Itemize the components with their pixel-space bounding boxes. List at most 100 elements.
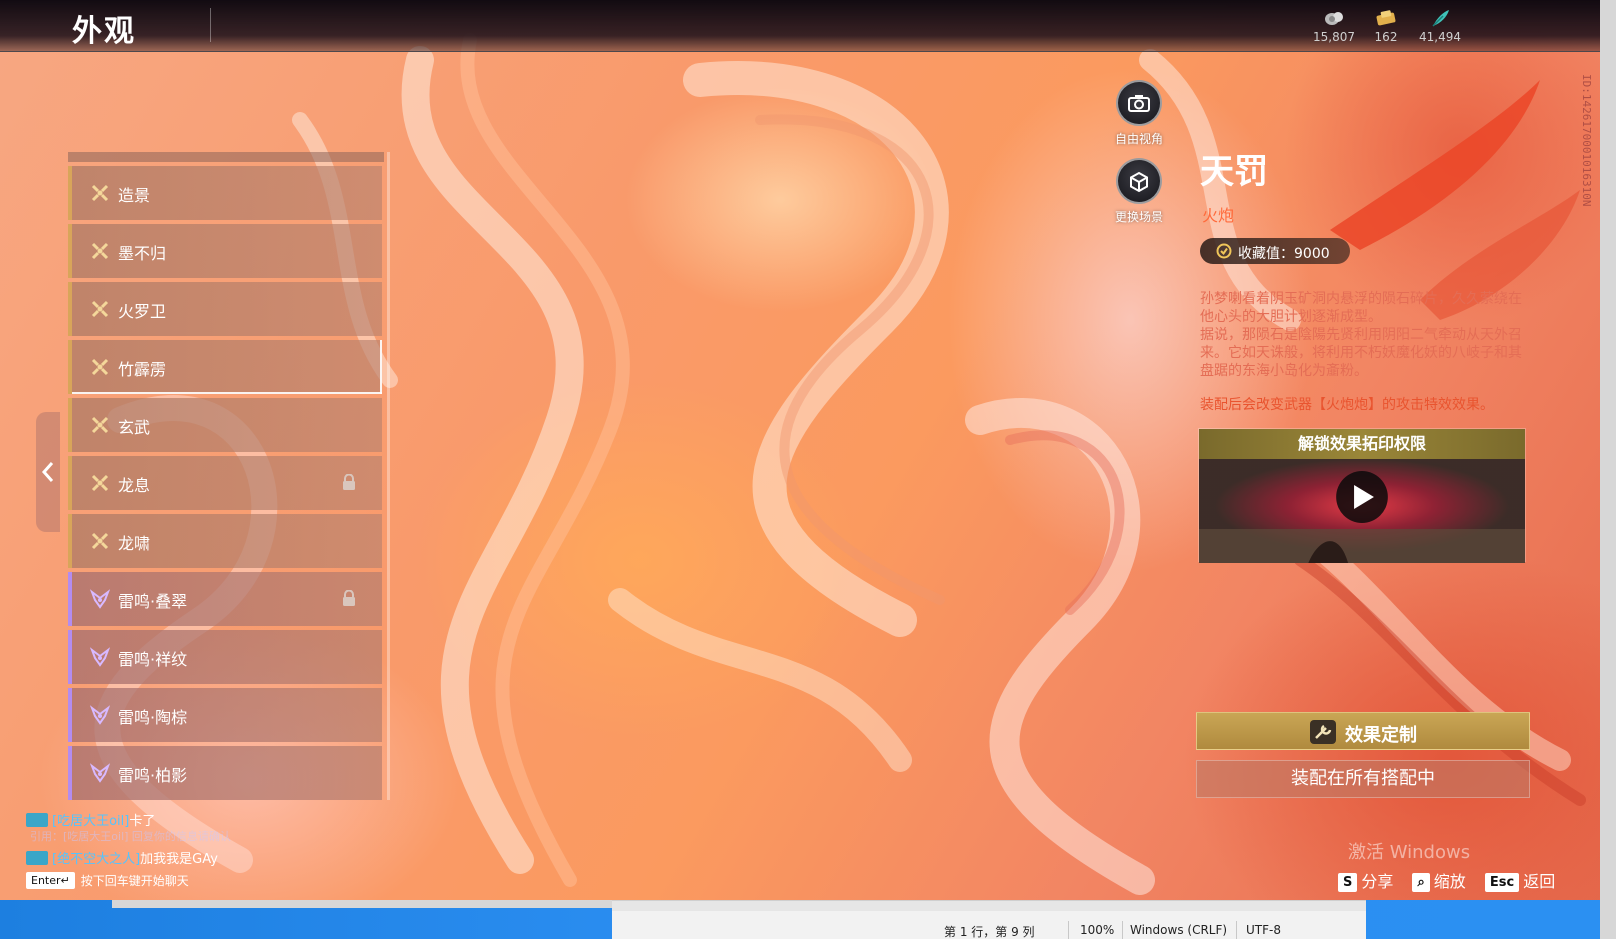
gold-cross-icon: [91, 358, 109, 376]
zoom-key: ⌕: [1412, 873, 1430, 892]
customize-effect-label: 效果定制: [1345, 725, 1417, 746]
skin-id: ID:1426170001016310N: [1580, 74, 1593, 207]
list-item[interactable]: 雷鸣·叠翠: [68, 572, 382, 626]
purple-wing-icon: [90, 763, 110, 783]
list-item-selected[interactable]: 竹霹雳: [68, 340, 382, 394]
list-item-label: 雷鸣·柏影: [118, 766, 188, 785]
wrench-icon: [1310, 720, 1336, 744]
currency-coins[interactable]: 15,807: [1304, 8, 1364, 44]
gold-ticket-icon: [1376, 10, 1396, 26]
currency-feathers-value: 41,494: [1419, 30, 1461, 44]
list-item[interactable]: 火罗卫: [68, 282, 382, 336]
share-label: 分享: [1361, 872, 1394, 891]
share-key: S: [1338, 873, 1358, 892]
free-view-label: 自由视角: [1114, 132, 1163, 146]
back-hint[interactable]: Esc 返回: [1484, 868, 1556, 892]
list-item-label: 造景: [118, 186, 151, 205]
zoom-hint[interactable]: ⌕ 缩放: [1412, 868, 1466, 892]
list-item[interactable]: 雷鸣·柏影: [68, 746, 382, 800]
list-item[interactable]: 造景: [68, 166, 382, 220]
chat-sender[interactable]: [绝不空大之人]: [52, 852, 140, 867]
gold-cross-icon: [91, 300, 109, 318]
chat-hint-text: 按下回车键开始聊天: [80, 874, 189, 888]
list-item-label: 雷鸣·陶棕: [118, 708, 188, 727]
title-divider: [210, 8, 211, 42]
list-item-label: 墨不归: [118, 244, 167, 263]
zoom-level: 100%: [1080, 923, 1115, 937]
chat-message: [绝不空大之人]加我我是GAy: [26, 848, 218, 867]
gold-cross-icon: [91, 416, 109, 434]
key-hint-bar: S 分享 ⌕ 缩放 Esc 返回: [1338, 868, 1569, 892]
back-label: 返回: [1523, 872, 1556, 891]
list-item[interactable]: 龙啸: [68, 514, 382, 568]
skin-name: 天罚: [1200, 152, 1268, 192]
change-scene-label: 更换场景: [1114, 210, 1163, 224]
skin-description: 孙梦喇看着阴玉矿洞内悬浮的陨石碎片，久久萦绕在他心头的大胆计划逐渐成型。 据说，…: [1200, 290, 1530, 414]
zoom-label: 缩放: [1433, 872, 1466, 891]
equip-all-button[interactable]: 装配在所有搭配中: [1196, 760, 1530, 798]
list-item-label: 玄武: [118, 418, 151, 437]
chat-text: 加我我是GAy: [140, 852, 218, 867]
esc-key: Esc: [1484, 873, 1520, 892]
gold-cross-icon: [91, 242, 109, 260]
editor-scrollbar[interactable]: [612, 901, 1366, 911]
camera-icon: [1128, 95, 1150, 112]
list-item[interactable]: 墨不归: [68, 224, 382, 278]
windows-activation-watermark: 激活 Windows: [1348, 842, 1471, 863]
preview-video-thumbnail[interactable]: [1199, 459, 1525, 563]
coin-bag-icon: [1325, 12, 1343, 25]
list-item[interactable]: 龙息: [68, 456, 382, 510]
chat-text: 卡了: [129, 814, 156, 829]
chat-sender[interactable]: [吃居大王oil]: [52, 814, 129, 829]
collect-value-badge: 收藏值：9000: [1200, 238, 1350, 264]
status-bar: 第 1 行，第 9 列 100% Windows (CRLF) UTF-8: [612, 921, 1366, 939]
equip-bonus-text: 装配后会改变武器【火炮炮】的攻击特效效果。: [1200, 397, 1494, 413]
share-hint[interactable]: S 分享: [1338, 868, 1393, 892]
chat-input-hint[interactable]: Enter↵ 按下回车键开始聊天: [26, 872, 189, 889]
list-item-label: 龙啸: [118, 534, 151, 553]
currency-coins-value: 15,807: [1313, 30, 1355, 44]
gold-cross-icon: [91, 474, 109, 492]
list-item-label: 火罗卫: [118, 302, 167, 321]
free-view-button[interactable]: 自由视角: [1094, 80, 1184, 147]
currency-tickets-value: 162: [1374, 30, 1398, 44]
lock-icon: [343, 474, 355, 490]
currency-tickets[interactable]: 162: [1356, 8, 1416, 44]
purple-wing-icon: [90, 647, 110, 667]
editor-status-area: 第 1 行，第 9 列 100% Windows (CRLF) UTF-8: [612, 900, 1366, 939]
page-title: 外观: [72, 14, 136, 49]
collect-medal-icon: [1216, 243, 1232, 259]
purple-wing-icon: [90, 705, 110, 725]
gold-cross-icon: [91, 532, 109, 550]
list-scroll-cap: [68, 152, 384, 162]
list-item[interactable]: 雷鸣·陶棕: [68, 688, 382, 742]
chat-channel-icon: [26, 851, 48, 865]
effect-preview[interactable]: 解锁效果拓印权限: [1198, 428, 1526, 563]
list-item[interactable]: 玄武: [68, 398, 382, 452]
customize-effect-button[interactable]: 效果定制: [1196, 712, 1530, 750]
game-window: 外观 15,807 162 41,494 造景 墨不归 火罗卫 竹霹雳 玄武 龙…: [0, 0, 1600, 900]
description-paragraph: 据说，那陨石是陰陽先贤利用阴阳二气牵动从天外召来。它如天诛般，将利用不朽妖魔化妖…: [1200, 327, 1522, 379]
change-scene-button[interactable]: 更换场景: [1094, 158, 1184, 225]
cursor-position: 第 1 行，第 9 列: [944, 925, 1035, 939]
line-ending: Windows (CRLF): [1130, 923, 1228, 937]
list-item[interactable]: 雷鸣·祥纹: [68, 630, 382, 684]
cube-icon: [1130, 171, 1148, 193]
collect-value-text: 收藏值：9000: [1238, 246, 1330, 262]
window-edge: [1600, 0, 1616, 939]
purple-wing-icon: [90, 589, 110, 609]
top-bar: 外观 15,807 162 41,494: [0, 0, 1600, 52]
chevron-left-icon: [41, 462, 54, 482]
list-item-label: 雷鸣·叠翠: [118, 592, 188, 611]
currency-feathers[interactable]: 41,494: [1410, 8, 1470, 44]
gold-cross-icon: [91, 184, 109, 202]
preview-title: 解锁效果拓印权限: [1199, 429, 1525, 459]
collapse-sidebar-button[interactable]: [36, 412, 60, 532]
list-item-label: 雷鸣·祥纹: [118, 650, 188, 669]
feather-icon: [1432, 10, 1449, 27]
chat-channel-icon: [26, 813, 48, 827]
enter-key: Enter↵: [26, 872, 75, 889]
list-item-label: 龙息: [118, 476, 151, 495]
chat-quote: 引用：[吃居大王oil] 回复你的信息请确认: [30, 830, 231, 843]
description-paragraph: 孙梦喇看着阴玉矿洞内悬浮的陨石碎片，久久萦绕在他心头的大胆计划逐渐成型。: [1200, 291, 1522, 325]
